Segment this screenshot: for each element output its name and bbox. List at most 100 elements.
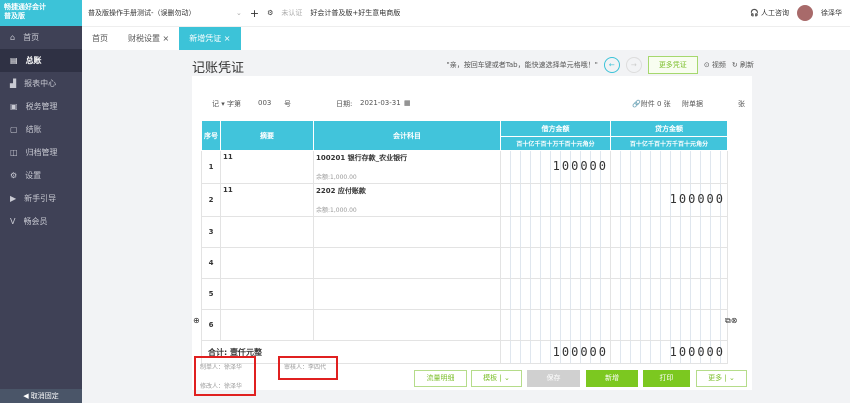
number-suffix: 号 [284, 100, 291, 108]
sidebar-item[interactable]: ▤ 总账 [0, 49, 82, 72]
credit-cell[interactable] [610, 150, 728, 184]
more-label: 更多 [708, 374, 723, 382]
modifier: 修改人：徐泽华 [200, 383, 243, 390]
voucher-word-select[interactable]: 记 ▾ 字第 [212, 99, 241, 109]
account-cell[interactable] [313, 216, 501, 248]
tab-tax-settings[interactable]: 财税设置 × [118, 27, 179, 50]
account-cell[interactable] [313, 309, 501, 341]
new-button[interactable]: 新增 [586, 370, 638, 387]
sidebar-item[interactable]: ▣ 税务管理 [0, 95, 82, 118]
sidebar-item-label: 设置 [25, 171, 42, 180]
sidebar-item-label: 结账 [25, 125, 42, 134]
add-row-icon[interactable]: ⊕ [193, 316, 200, 325]
page-title: 记账凭证 [192, 61, 245, 76]
balance: 余额:1,000.00 [316, 207, 357, 214]
tab-new-voucher[interactable]: 新增凭证 × [179, 27, 241, 50]
debit-cell[interactable] [500, 183, 611, 217]
unit-label: 分 [588, 141, 595, 148]
chevron-down-icon[interactable]: ⌄ [236, 9, 242, 17]
attachment-link[interactable]: 🔗附件 0 张 [632, 99, 671, 109]
chart-icon: ▟ [10, 79, 17, 88]
table-row: 1 11 100201 银行存款_农业银行 余额:1,000.00 100000 [201, 150, 728, 184]
video-label: 视频 [711, 61, 726, 69]
template-label: 模板 [483, 374, 498, 382]
credit-cell[interactable]: 100000 [610, 183, 728, 217]
calendar-icon[interactable]: ▦ [404, 99, 411, 107]
table-row: 6 [201, 309, 728, 341]
account-cell[interactable]: 2202 应付账款 余额:1,000.00 [313, 183, 501, 217]
save-button[interactable]: 保存 [527, 370, 580, 387]
credit-cell[interactable] [610, 216, 728, 248]
voucher-table: 序号 摘要 会计科目 借方金额 贷方金额 百十亿千百十万千百十元角分 百十亿千百十万千百十… [201, 120, 728, 364]
credit-cell[interactable] [610, 278, 728, 310]
summary-cell[interactable] [220, 216, 314, 248]
more-button[interactable]: 更多 | ⌄ [696, 370, 747, 387]
sidebar-item-label: 新手引导 [24, 194, 57, 203]
credit-cell[interactable] [610, 247, 728, 279]
product-name: 好会计普及版+好生意电商版 [310, 9, 401, 17]
video-button[interactable]: ⊙ 视频 [704, 60, 726, 70]
gear-icon[interactable]: ⚙ [267, 9, 273, 17]
debit-cell[interactable] [500, 278, 611, 310]
archive-icon: ◫ [10, 148, 18, 157]
word-label: 字第 [226, 100, 241, 108]
print-button[interactable]: 打印 [643, 370, 690, 387]
sidebar-item-label: 总账 [25, 56, 42, 65]
date-input[interactable]: 2021-03-31 [360, 99, 401, 107]
more-vouchers-button[interactable]: 更多凭证 [647, 56, 698, 74]
account-cell[interactable] [313, 247, 501, 279]
debit-cell[interactable] [500, 216, 611, 248]
debit-cell[interactable]: 100000 [500, 150, 611, 184]
sidebar-item[interactable]: ▶ 新手引导 [0, 187, 82, 210]
tab-home[interactable]: 首页 [82, 27, 118, 50]
support-link[interactable]: 🎧 人工咨询 [750, 8, 789, 18]
cert-badge[interactable]: 未认证 [281, 8, 302, 18]
summary-cell[interactable] [220, 278, 314, 310]
template-button[interactable]: 模板 | ⌄ [471, 370, 522, 387]
attach-doc-label: 附单据 [682, 100, 703, 108]
account-select[interactable]: 普及版操作手册测试-（误删勿动） [88, 8, 208, 18]
tax-icon: ▣ [10, 102, 18, 111]
account-cell[interactable]: 100201 银行存款_农业银行 余额:1,000.00 [313, 150, 501, 184]
hint-text: "亲，按回车键或者Tab，能快速选择单元格哦！" [446, 61, 598, 69]
toolbar: "亲，按回车键或者Tab，能快速选择单元格哦！" ← → 更多凭证 ⊙ 视频 ↻… [447, 56, 754, 74]
avatar[interactable] [797, 5, 813, 21]
debit-cell[interactable] [500, 309, 611, 341]
credit-cell[interactable] [610, 309, 728, 341]
sidebar-item[interactable]: ⌂ 首页 [0, 26, 82, 49]
summary-cell[interactable] [220, 247, 314, 279]
summary-cell[interactable]: 11 [220, 183, 314, 217]
account-name: 2202 应付账款 [316, 187, 366, 195]
debit-units: 百十亿千百十万千百十元角分 [500, 136, 611, 151]
sidebar-item[interactable]: ◫ 归档管理 [0, 141, 82, 164]
credit-amount: 100000 [669, 192, 725, 206]
maker: 制单人：徐泽华 [200, 364, 243, 371]
cashflow-button[interactable]: 流量明细 [414, 370, 467, 387]
debit-amount: 100000 [552, 159, 608, 173]
header-credit: 贷方金额 [610, 120, 728, 137]
seq-cell: 5 [201, 278, 221, 310]
next-arrow-icon[interactable]: → [625, 57, 642, 73]
unpin-button[interactable]: ◀ 取消固定 [0, 389, 82, 403]
sidebar-item[interactable]: ▢ 结账 [0, 118, 82, 141]
add-icon[interactable]: + [250, 7, 259, 20]
sidebar-item[interactable]: V 畅会员 [0, 210, 82, 233]
sidebar-item[interactable]: ▟ 报表中心 [0, 72, 82, 95]
refresh-button[interactable]: ↻ 刷新 [732, 60, 754, 70]
seq-cell: 2 [201, 183, 221, 217]
voucher-number-input[interactable]: 003 [258, 99, 271, 107]
total-debit: 100000 [552, 345, 608, 359]
header-debit: 借方金额 [500, 120, 611, 137]
copy-icon[interactable]: ⧉⊗ [725, 316, 737, 326]
sidebar-item[interactable]: ⚙ 设置 [0, 164, 82, 187]
debit-cell[interactable] [500, 247, 611, 279]
header-seq: 序号 [201, 120, 221, 151]
sidebar: 畅捷通好会计 普及版 ⌂ 首页 ▤ 总账 ▟ 报表中心 ▣ 税务管理 ▢ 结账 ◫ 归档管理 ⚙ 设置 ▶ 新手… [0, 0, 82, 403]
account-cell[interactable] [313, 278, 501, 310]
user-name[interactable]: 徐泽华 [821, 8, 842, 18]
prev-arrow-icon[interactable]: ← [603, 57, 620, 73]
maker-box: 制单人：徐泽华 修改人：徐泽华 [194, 356, 256, 396]
table-row: 2 11 2202 应付账款 余额:1,000.00 100000 [201, 183, 728, 217]
summary-cell[interactable] [220, 309, 314, 341]
summary-cell[interactable]: 11 [220, 150, 314, 184]
